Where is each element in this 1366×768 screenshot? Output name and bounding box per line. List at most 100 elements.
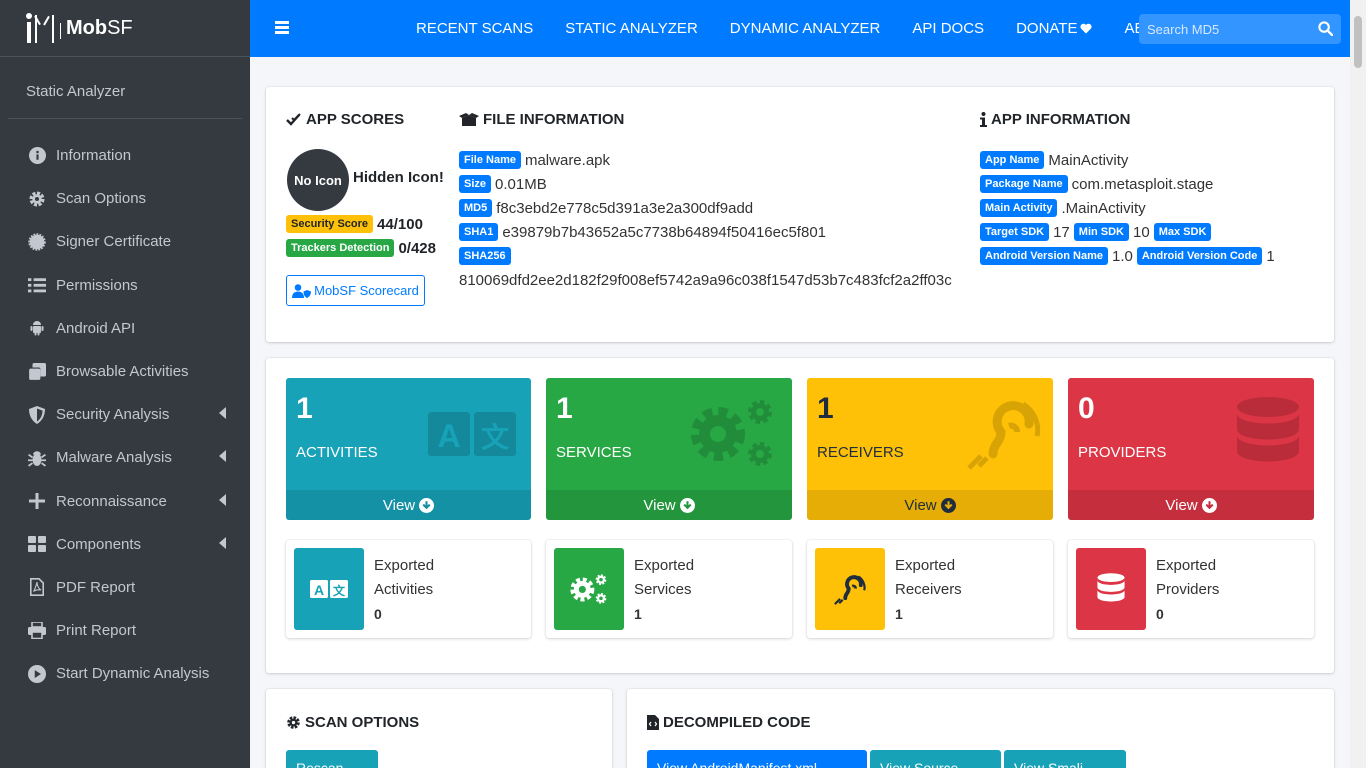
sidebar-item-security-analysis[interactable]: Security Analysis [0,393,250,436]
nav-api-docs[interactable]: API DOCS [912,20,984,37]
svg-text:A: A [314,582,324,598]
max-sdk-badge: Max SDK [1153,223,1212,241]
md5-badge: MD5 [459,199,493,217]
view-source-button[interactable]: View Source [870,750,1001,768]
sidebar-item-android-api[interactable]: Android API [0,307,250,350]
scorecard-button-label: MobSF Scorecard [314,283,419,298]
exported-line2: Activities [374,581,434,598]
view-label: View [1165,496,1198,514]
min-sdk-badge: Min SDK [1073,223,1130,241]
trackers-badge: Trackers Detection [286,239,395,257]
arrow-circle-down-icon [1201,497,1217,513]
print-icon [28,622,46,640]
version-name-value: 1.0 [1111,247,1133,265]
app-name-badge: App Name [980,151,1045,169]
decompiled-code-card: DECOMPILED CODE View AndroidManifest.xml… [627,689,1334,768]
sidebar-item-reconnaissance[interactable]: Reconnaissance [0,480,250,523]
min-sdk-value: 10 [1133,223,1150,241]
mobsf-logo-icon [24,13,61,43]
receivers-count: 1 [817,392,834,425]
decompiled-code-title: DECOMPILED CODE [663,714,811,731]
view-label: View [904,496,937,514]
brand[interactable]: MobSF [0,0,250,57]
md5-row: MD5 f8c3ebd2e778c5d391a3e2a300df9add [459,196,952,220]
sidebar-item-permissions[interactable]: Permissions [0,264,250,307]
gear-icon [28,190,46,208]
bug-icon [28,449,46,467]
view-manifest-button[interactable]: View AndroidManifest.xml [647,750,867,768]
main-activity-row: Main Activity .MainActivity [980,196,1275,220]
scan-options-header: SCAN OPTIONS [286,714,419,731]
view-smali-button[interactable]: View Smali [1004,750,1126,768]
app-info-title: APP INFORMATION [991,111,1131,128]
hamburger-menu-icon[interactable] [275,21,289,34]
exported-count: 1 [634,606,642,622]
size-badge: Size [459,175,492,193]
scorecard-button[interactable]: MobSF Scorecard [286,275,425,306]
certificate-icon [28,233,46,251]
exported-count: 0 [1156,606,1164,622]
services-count: 1 [556,392,573,425]
receivers-box: 1 RECEIVERS View [807,378,1053,520]
svg-text:A: A [437,418,460,454]
sidebar: MobSF Static Analyzer Information Scan O… [0,0,250,768]
sidebar-item-pdf-report[interactable]: PDF Report [0,566,250,609]
box-open-icon [459,112,479,126]
target-sdk-badge: Target SDK [980,223,1050,241]
sidebar-item-malware-analysis[interactable]: Malware Analysis [0,436,250,479]
sidebar-item-information[interactable]: Information [0,134,250,177]
exported-activities-text: Exported Activities 0 [374,554,434,626]
target-sdk-value: 17 [1053,223,1070,241]
exported-providers-text: Exported Providers 0 [1156,554,1219,626]
exported-line1: Exported [895,557,956,574]
app-scores-header: APP SCORES [286,111,404,128]
exported-providers-box: Exported Providers 0 [1068,540,1314,638]
rescan-button[interactable]: Rescan [286,750,378,768]
user-shield-icon [292,283,312,298]
trackers-row: Trackers Detection 0/428 [286,239,436,257]
play-circle-icon [28,664,46,683]
file-name-row: File Name malware.apk [459,148,952,172]
page-scrollbar[interactable] [1350,0,1366,768]
sidebar-item-browsable-activities[interactable]: Browsable Activities [0,350,250,393]
database-icon [1076,548,1146,630]
plus-icon [28,492,46,510]
receivers-view-link[interactable]: View [807,490,1053,520]
sdk-row: Target SDK 17 Min SDK 10 Max SDK [980,220,1275,244]
sidebar-item-components[interactable]: Components [0,523,250,566]
sidebar-item-signer-certificate[interactable]: Signer Certificate [0,220,250,263]
activities-view-link[interactable]: View [286,490,531,520]
exported-line1: Exported [374,557,435,574]
sidebar-item-print-report[interactable]: Print Report [0,609,250,652]
sidebar-item-start-dynamic-analysis[interactable]: Start Dynamic Analysis [0,652,250,695]
services-view-link[interactable]: View [546,490,792,520]
sidebar-item-label: Browsable Activities [56,363,189,381]
nav-dynamic-analyzer[interactable]: DYNAMIC ANALYZER [730,20,881,37]
file-name-badge: File Name [459,151,521,169]
file-info-list: File Name malware.apk Size 0.01MB MD5 f8c3e… [459,148,952,292]
providers-box: 0 PROVIDERS View [1068,378,1314,520]
file-pdf-icon [28,578,46,597]
size-value: 0.01MB [495,175,547,193]
version-name-badge: Android Version Name [980,247,1108,265]
nav-static-analyzer[interactable]: STATIC ANALYZER [565,20,698,37]
app-info-list: App Name MainActivity Package Name com.met… [980,148,1275,268]
search-input[interactable] [1139,21,1309,37]
scan-options-card: SCAN OPTIONS Rescan [266,689,612,768]
nav-donate-label: DONATE [1016,20,1078,37]
receivers-label: RECEIVERS [817,444,904,461]
view-manifest-label: View AndroidManifest.xml [657,760,818,768]
scrollbar-thumb[interactable] [1354,16,1362,68]
package-row: Package Name com.metasploit.stage [980,172,1275,196]
cogs-icon [691,400,772,466]
nav-recent-scans[interactable]: RECENT SCANS [416,20,533,37]
providers-view-link[interactable]: View [1068,490,1314,520]
app-name-row: App Name MainActivity [980,148,1275,172]
trackers-value: 0/428 [398,239,436,257]
search-icon[interactable] [1318,21,1334,40]
sidebar-item-label: Components [56,535,142,553]
language-icon: A文 [294,548,364,630]
sidebar-item-scan-options[interactable]: Scan Options [0,177,250,220]
sidebar-item-label: Permissions [56,276,138,294]
nav-donate[interactable]: DONATE [1016,20,1093,37]
